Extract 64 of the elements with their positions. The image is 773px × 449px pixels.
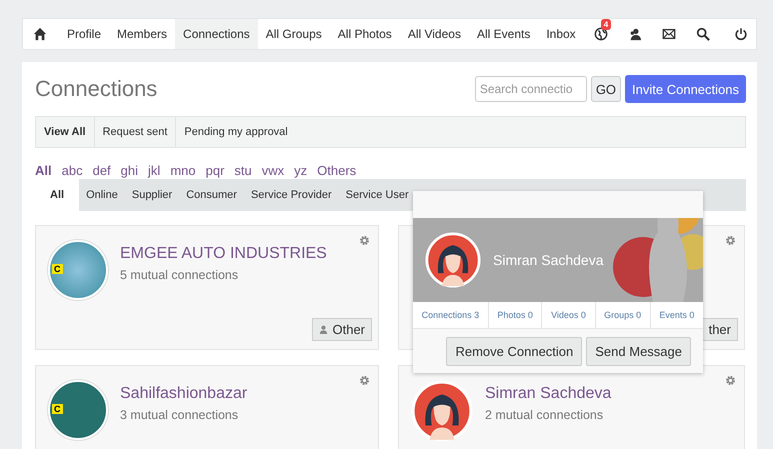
letter-filter-link[interactable]: Others [317,162,356,178]
type-tab[interactable]: Supplier [124,179,180,211]
profile-name: Simran Sachdeva [493,252,604,268]
search-field[interactable]: Search connectio [474,76,587,102]
stat-link[interactable]: Videos 0 [542,302,596,328]
stat-link[interactable]: Events 0 [650,302,704,328]
settings-icon[interactable] [359,375,370,386]
connection-name[interactable]: Simran Sachdeva [485,385,612,403]
nav-link[interactable]: All Videos [400,19,469,49]
category-button[interactable]: ther [702,318,738,341]
notification-badge: 4 [600,19,612,30]
avatar-badge: C [52,264,62,274]
power-icon[interactable] [734,27,748,41]
nav-link[interactable]: Inbox [538,19,584,49]
letter-filter-link[interactable]: ghi [120,162,138,178]
letter-filter-link[interactable]: All [35,162,52,178]
popup-button[interactable]: Send Message [586,337,691,366]
status-tab[interactable]: Pending my approval [176,117,296,147]
user-icon [319,325,328,334]
letter-filter-link[interactable]: def [92,162,111,178]
category-button[interactable]: Other [312,318,372,341]
status-tab[interactable]: View All [36,117,95,147]
nav-link[interactable]: Connections [175,19,258,49]
female-avatar-icon [411,380,473,442]
mail-icon[interactable] [662,27,676,41]
avatar-badge: C [52,404,62,414]
mutual-connections-text: 2 mutual connections [485,408,604,422]
home-icon[interactable] [33,27,47,41]
nav-link[interactable]: All Events [468,19,538,49]
type-tab[interactable]: All [35,179,80,211]
settings-icon[interactable] [359,235,370,246]
stat-link[interactable]: Connections 3 [413,302,489,328]
invite-connections-button[interactable]: Invite Connections [625,75,746,103]
letter-filter-link[interactable]: jkl [148,162,160,178]
popup-button[interactable]: Remove Connection [446,337,582,366]
nav-link[interactable]: Profile [59,19,110,49]
status-tab[interactable]: Request sent [94,117,176,147]
users-icon[interactable] [628,27,642,41]
letter-filter-link[interactable]: mno [170,162,196,178]
search-icon[interactable] [696,27,710,41]
stat-link[interactable]: Groups 0 [596,302,651,328]
letter-filter-link[interactable]: vwx [262,162,284,178]
letter-filter-link[interactable]: abc [62,162,83,178]
nav-link[interactable]: All Groups [258,19,330,49]
stat-link[interactable]: Photos 0 [488,302,542,328]
letter-filter-link[interactable]: stu [234,162,252,178]
letter-filter-link[interactable]: yz [294,162,308,178]
connection-name[interactable]: EMGEE AUTO INDUSTRIES [120,245,327,263]
page-title: Connections [35,76,158,102]
type-tab[interactable]: Online [79,179,125,211]
type-tab[interactable]: Service Provider [244,179,339,211]
letter-filter-link[interactable]: pqr [206,162,224,178]
settings-icon[interactable] [725,375,736,386]
female-avatar-icon [425,232,481,288]
mutual-connections-text: 3 mutual connections [120,408,240,422]
nav-link[interactable]: All Photos [330,19,400,49]
type-tab[interactable]: Consumer [179,179,244,211]
mutual-connections-text: 5 mutual connections [120,268,240,282]
settings-icon[interactable] [725,235,736,246]
nav-link[interactable]: Members [109,19,176,49]
globe-icon[interactable] [594,27,608,41]
connection-name[interactable]: Sahilfashionbazar [120,385,248,403]
type-tab[interactable]: Service User [338,179,416,211]
go-button[interactable]: GO [590,76,622,102]
